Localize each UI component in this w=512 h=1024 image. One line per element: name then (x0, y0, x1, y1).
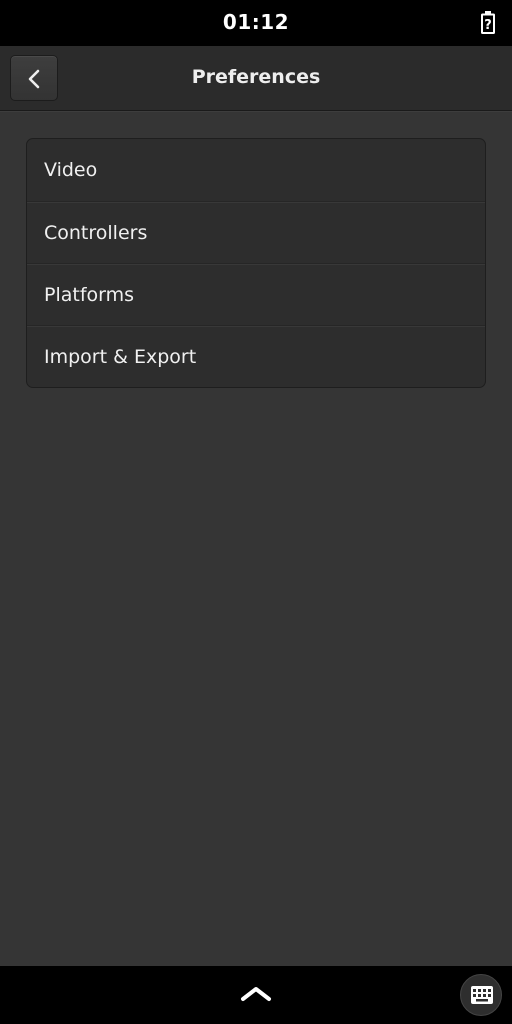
list-item-platforms[interactable]: Platforms (27, 263, 485, 325)
status-bar: 01:12 ? (0, 0, 512, 46)
keyboard-button[interactable] (460, 974, 502, 1016)
preferences-list: Video Controllers Platforms Import & Exp… (26, 138, 486, 388)
header-bar: Preferences (0, 46, 512, 111)
battery-unknown-icon: ? (481, 11, 495, 34)
chevron-up-icon[interactable] (240, 986, 272, 1002)
svg-text:?: ? (484, 18, 492, 33)
page-title: Preferences (191, 66, 321, 88)
list-item-video[interactable]: Video (27, 139, 485, 201)
keyboard-icon (471, 986, 493, 1004)
list-item-import-export[interactable]: Import & Export (27, 325, 485, 387)
bottom-bar (0, 966, 512, 1024)
list-item-controllers[interactable]: Controllers (27, 201, 485, 263)
status-clock: 01:12 (222, 10, 290, 34)
